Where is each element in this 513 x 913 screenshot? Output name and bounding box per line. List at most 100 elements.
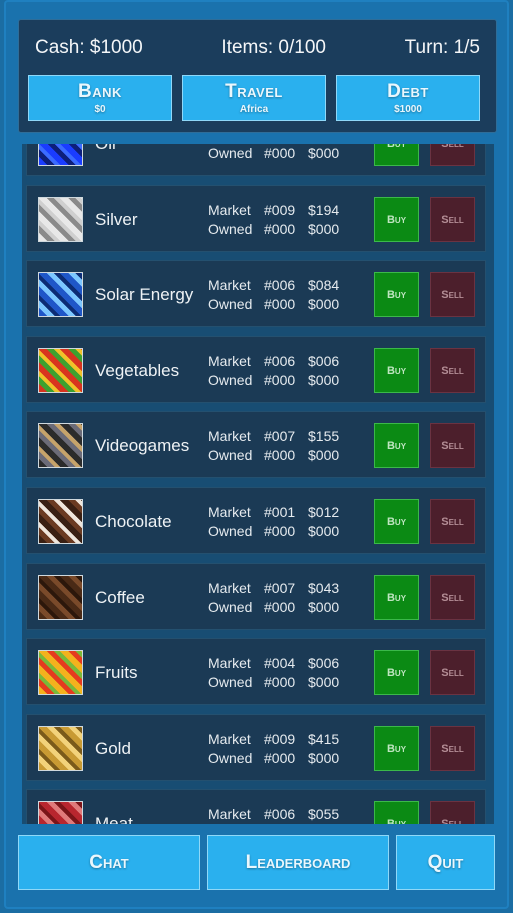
market-label: Market <box>208 731 251 747</box>
market-qty: #009 <box>264 202 296 218</box>
turn-readout: Turn: 1/5 <box>404 37 480 58</box>
market-price: $006 <box>308 353 340 369</box>
owned-line: Owned #000 $000 <box>208 522 339 541</box>
buy-button[interactable]: Buy <box>374 144 419 166</box>
market-label: Market <box>208 202 251 218</box>
market-label: Market <box>208 655 251 671</box>
sell-button[interactable]: Sell <box>430 348 475 393</box>
sell-button[interactable]: Sell <box>430 801 475 824</box>
quit-button[interactable]: Quit <box>396 835 495 890</box>
owned-label: Owned <box>208 447 253 463</box>
buy-button[interactable]: Buy <box>374 423 419 468</box>
status-panel: Cash: $1000 Items: 0/100 Turn: 1/5 Bank … <box>18 19 497 133</box>
sell-button[interactable]: Sell <box>430 144 475 166</box>
chat-button[interactable]: Chat <box>18 835 200 890</box>
market-price: $415 <box>308 731 340 747</box>
owned-label: Owned <box>208 145 253 161</box>
buy-button[interactable]: Buy <box>374 197 419 242</box>
bank-button[interactable]: Bank $0 <box>28 75 172 121</box>
goods-list[interactable]: Oil Owned #000 $000 Buy Sell Silver Market… <box>22 144 494 824</box>
sell-button[interactable]: Sell <box>430 499 475 544</box>
buy-button[interactable]: Buy <box>374 650 419 695</box>
buy-button[interactable]: Buy <box>374 575 419 620</box>
owned-qty: #000 <box>264 296 296 312</box>
sell-button[interactable]: Sell <box>430 650 475 695</box>
goods-name: Oil <box>95 144 116 177</box>
goods-name: Silver <box>95 210 138 229</box>
market-price: $155 <box>308 428 340 444</box>
buy-button[interactable]: Buy <box>374 499 419 544</box>
owned-label: Owned <box>208 296 253 312</box>
owned-price: $000 <box>308 145 340 161</box>
goods-name: Videogames <box>95 436 190 455</box>
market-line: Market #006 $055 <box>208 805 339 824</box>
owned-price: $000 <box>308 599 340 615</box>
buy-button[interactable]: Buy <box>374 348 419 393</box>
chocolate-icon <box>38 499 83 544</box>
travel-location: Africa <box>239 103 269 115</box>
goods-row-gold: Gold Market #009 $415 Owned #000 $000 Buy Sel… <box>26 714 486 781</box>
market-label: Market <box>208 277 251 293</box>
goods-row-fruits: Fruits Market #004 $006 Owned #000 $000 Buy S… <box>26 638 486 705</box>
meat-icon <box>38 801 83 824</box>
owned-price: $000 <box>308 750 340 766</box>
owned-label: Owned <box>208 372 253 388</box>
buy-button[interactable]: Buy <box>374 272 419 317</box>
debt-button[interactable]: Debt $1000 <box>336 75 480 121</box>
market-qty: #009 <box>264 731 296 747</box>
travel-button[interactable]: Travel Africa <box>182 75 326 121</box>
market-price: $055 <box>308 806 340 822</box>
goods-row-coffee: Coffee Market #007 $043 Owned #000 $000 Buy S… <box>26 563 486 630</box>
bank-label: Bank <box>78 80 122 102</box>
goods-row-solar-energy: Solar Energy Market #006 $084 Owned #000 $000… <box>26 260 486 327</box>
goods-figures: Market #006 $006 Owned #000 $000 <box>208 352 339 390</box>
cash-readout: Cash: $1000 <box>35 37 143 58</box>
market-label: Market <box>208 428 251 444</box>
market-line: Market #006 $084 <box>208 276 339 295</box>
goods-row-vegetables: Vegetables Market #006 $006 Owned #000 $000 B… <box>26 336 486 403</box>
market-qty: #006 <box>264 806 296 822</box>
owned-line: Owned #000 $000 <box>208 220 339 239</box>
owned-price: $000 <box>308 523 340 539</box>
market-price: $006 <box>308 655 340 671</box>
market-line: Market #009 $194 <box>208 201 339 220</box>
goods-figures: Market #001 $012 Owned #000 $000 <box>208 503 339 541</box>
owned-qty: #000 <box>264 599 296 615</box>
market-line: Market #001 $012 <box>208 503 339 522</box>
market-qty: #006 <box>264 353 296 369</box>
owned-qty: #000 <box>264 674 296 690</box>
sell-button[interactable]: Sell <box>430 575 475 620</box>
goods-figures: Owned #000 $000 <box>208 144 339 163</box>
sell-button[interactable]: Sell <box>430 423 475 468</box>
sell-button[interactable]: Sell <box>430 726 475 771</box>
market-line: Market #007 $043 <box>208 579 339 598</box>
sell-button[interactable]: Sell <box>430 197 475 242</box>
oil-barrels-icon <box>38 144 83 166</box>
market-qty: #004 <box>264 655 296 671</box>
leaderboard-button[interactable]: Leaderboard <box>207 835 389 890</box>
market-label: Market <box>208 806 251 822</box>
buy-button[interactable]: Buy <box>374 726 419 771</box>
gold-bars-icon <box>38 726 83 771</box>
stats-bar: Cash: $1000 Items: 0/100 Turn: 1/5 <box>35 36 480 60</box>
goods-row-videogames: Videogames Market #007 $155 Owned #000 $000 B… <box>26 411 486 478</box>
goods-name: Meat <box>95 814 133 824</box>
market-line: Market #004 $006 <box>208 654 339 673</box>
owned-line: Owned #000 $000 <box>208 446 339 465</box>
owned-price: $000 <box>308 372 340 388</box>
goods-name: Chocolate <box>95 512 172 531</box>
buy-button[interactable]: Buy <box>374 801 419 824</box>
sell-button[interactable]: Sell <box>430 272 475 317</box>
goods-name: Vegetables <box>95 361 180 380</box>
owned-label: Owned <box>208 599 253 615</box>
goods-name: Coffee <box>95 588 145 607</box>
goods-row-meat: Meat Market #006 $055 Buy Sell <box>26 789 486 824</box>
owned-line: Owned #000 $000 <box>208 673 339 692</box>
silver-bars-icon <box>38 197 83 242</box>
owned-label: Owned <box>208 523 253 539</box>
goods-figures: Market #007 $043 Owned #000 $000 <box>208 579 339 617</box>
travel-label: Travel <box>225 80 283 102</box>
market-qty: #007 <box>264 428 296 444</box>
owned-qty: #000 <box>264 372 296 388</box>
bank-amount: $0 <box>94 103 106 115</box>
